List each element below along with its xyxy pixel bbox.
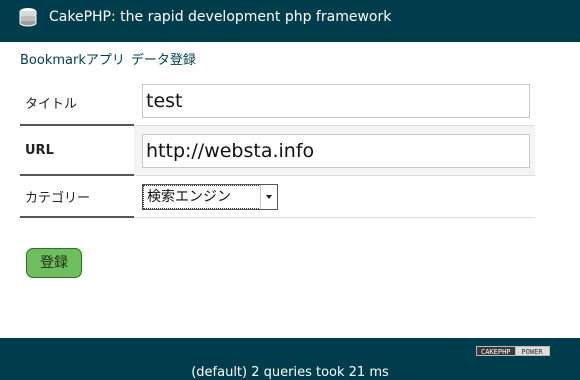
sql-log: (default) 2 queries took 21 ms bbox=[191, 365, 389, 380]
category-field-cell: 検索エンジン bbox=[134, 176, 535, 218]
badge-power-text: POWER bbox=[515, 346, 550, 356]
cakephp-power-badge[interactable]: CAKEPHP POWER bbox=[476, 346, 550, 356]
cakephp-logo-icon bbox=[19, 8, 37, 27]
form-row-title: タイトル test bbox=[20, 80, 535, 126]
url-input[interactable]: http://websta.info bbox=[142, 134, 530, 168]
title-label: タイトル bbox=[25, 97, 78, 112]
category-label-cell: カテゴリー bbox=[20, 176, 134, 218]
app-title: CakePHP: the rapid development php frame… bbox=[49, 9, 392, 25]
chevron-down-icon[interactable] bbox=[260, 185, 277, 209]
category-select-value: 検索エンジン bbox=[143, 185, 261, 209]
app-footer: CAKEPHP POWER (default) 2 queries took 2… bbox=[0, 338, 580, 380]
app-header: CakePHP: the rapid development php frame… bbox=[0, 0, 580, 42]
breadcrumb: Bookmarkアプリ データ登録 bbox=[20, 52, 196, 69]
form-row-url: URL http://websta.info bbox=[20, 126, 535, 176]
url-label-cell: URL bbox=[20, 126, 134, 176]
url-field-cell: http://websta.info bbox=[134, 126, 535, 176]
url-label: URL bbox=[25, 143, 54, 158]
submit-button[interactable]: 登録 bbox=[26, 248, 82, 278]
breadcrumb-app-link[interactable]: Bookmarkアプリ bbox=[20, 53, 125, 68]
badge-cakephp-text: CAKEPHP bbox=[476, 346, 516, 356]
title-field-cell: test bbox=[134, 80, 535, 126]
form-row-category: カテゴリー 検索エンジン bbox=[20, 176, 535, 218]
title-input[interactable]: test bbox=[142, 84, 530, 118]
category-label: カテゴリー bbox=[25, 191, 91, 206]
title-label-cell: タイトル bbox=[20, 80, 134, 126]
category-select[interactable]: 検索エンジン bbox=[142, 184, 278, 210]
breadcrumb-page: データ登録 bbox=[130, 53, 196, 68]
